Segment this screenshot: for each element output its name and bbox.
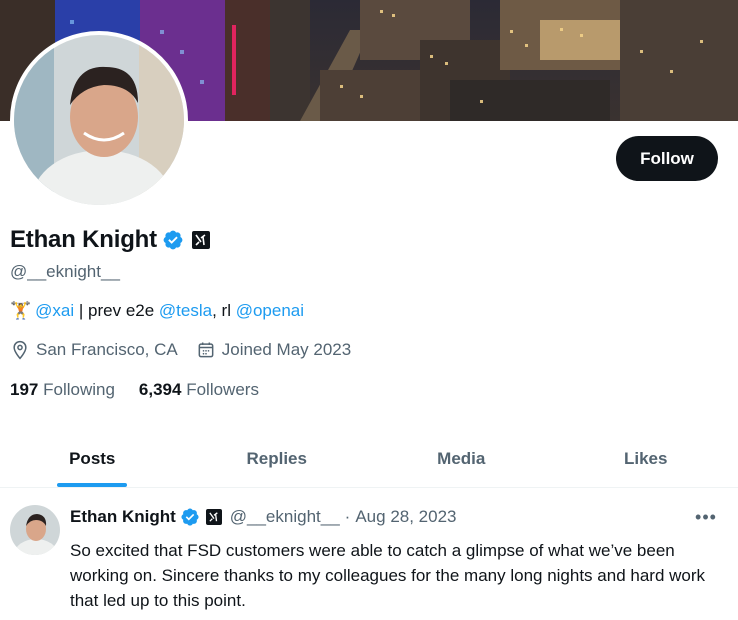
tweet-header: Ethan Knight @__eknight__ · Aug 28, 2023 [70, 507, 457, 527]
active-tab-indicator [57, 483, 128, 487]
display-name: Ethan Knight [10, 226, 157, 253]
followers-label: Followers [186, 380, 259, 399]
tab-likes[interactable]: Likes [554, 430, 738, 487]
profile-avatar[interactable] [10, 31, 188, 209]
bio-text-prev: | prev e2e [74, 301, 159, 320]
profile-meta: San Francisco, CA Joined May 2023 [10, 340, 369, 360]
tweet-author-handle[interactable]: @__eknight__ [230, 507, 340, 527]
profile-name-row: Ethan Knight [10, 226, 210, 254]
profile-tabs: Posts Replies Media Likes [0, 430, 738, 488]
location-pin-icon [13, 340, 27, 360]
bio-text-rl: , rl [212, 301, 236, 320]
followers-link[interactable]: 6,394 Followers [139, 380, 259, 400]
profile-photo [14, 35, 184, 205]
weightlifter-emoji-icon: 🏋️ [10, 301, 32, 320]
tweet-avatar-photo [10, 505, 60, 555]
tweet-date[interactable]: Aug 28, 2023 [355, 507, 456, 527]
joined-text: Joined May 2023 [221, 340, 352, 359]
tweet-text: So excited that FSD customers were able … [70, 541, 706, 610]
verified-badge-icon[interactable] [180, 507, 200, 527]
more-options-icon[interactable]: ••• [694, 507, 718, 527]
profile-stats: 197 Following 6,394 Followers [10, 380, 283, 400]
bio-link-openai[interactable]: @openai [236, 301, 304, 321]
tab-replies-label: Replies [246, 448, 307, 468]
tab-posts-label: Posts [69, 448, 116, 468]
separator-dot: · [344, 507, 351, 526]
tweet-item[interactable]: Ethan Knight @__eknight__ · Aug 28, 2023… [0, 489, 738, 620]
tab-replies[interactable]: Replies [185, 430, 370, 487]
bio-link-tesla[interactable]: @tesla [159, 301, 212, 321]
x-ai-logo-icon[interactable] [191, 231, 210, 249]
profile-bio: 🏋️ @xai | prev e2e @tesla , rl @openai [10, 301, 304, 321]
tab-posts[interactable]: Posts [0, 430, 185, 487]
following-label: Following [43, 380, 115, 399]
x-ai-logo-icon[interactable] [205, 509, 222, 525]
location-item: San Francisco, CA [10, 340, 178, 360]
follow-button[interactable]: Follow [616, 136, 718, 181]
profile-handle: @__eknight__ [10, 262, 120, 281]
following-link[interactable]: 197 Following [10, 380, 115, 400]
bio-link-xai[interactable]: @xai [35, 301, 74, 321]
tab-media[interactable]: Media [369, 430, 554, 487]
followers-count: 6,394 [138, 380, 182, 399]
verified-badge-icon[interactable] [162, 229, 184, 251]
calendar-icon [198, 342, 214, 358]
joined-item: Joined May 2023 [196, 340, 351, 360]
following-count: 197 [10, 380, 39, 399]
tab-media-label: Media [437, 448, 486, 468]
tab-likes-label: Likes [624, 448, 668, 468]
tweet-author-name[interactable]: Ethan Knight [70, 507, 176, 527]
location-text: San Francisco, CA [36, 340, 178, 359]
tweet-avatar[interactable] [10, 505, 60, 555]
